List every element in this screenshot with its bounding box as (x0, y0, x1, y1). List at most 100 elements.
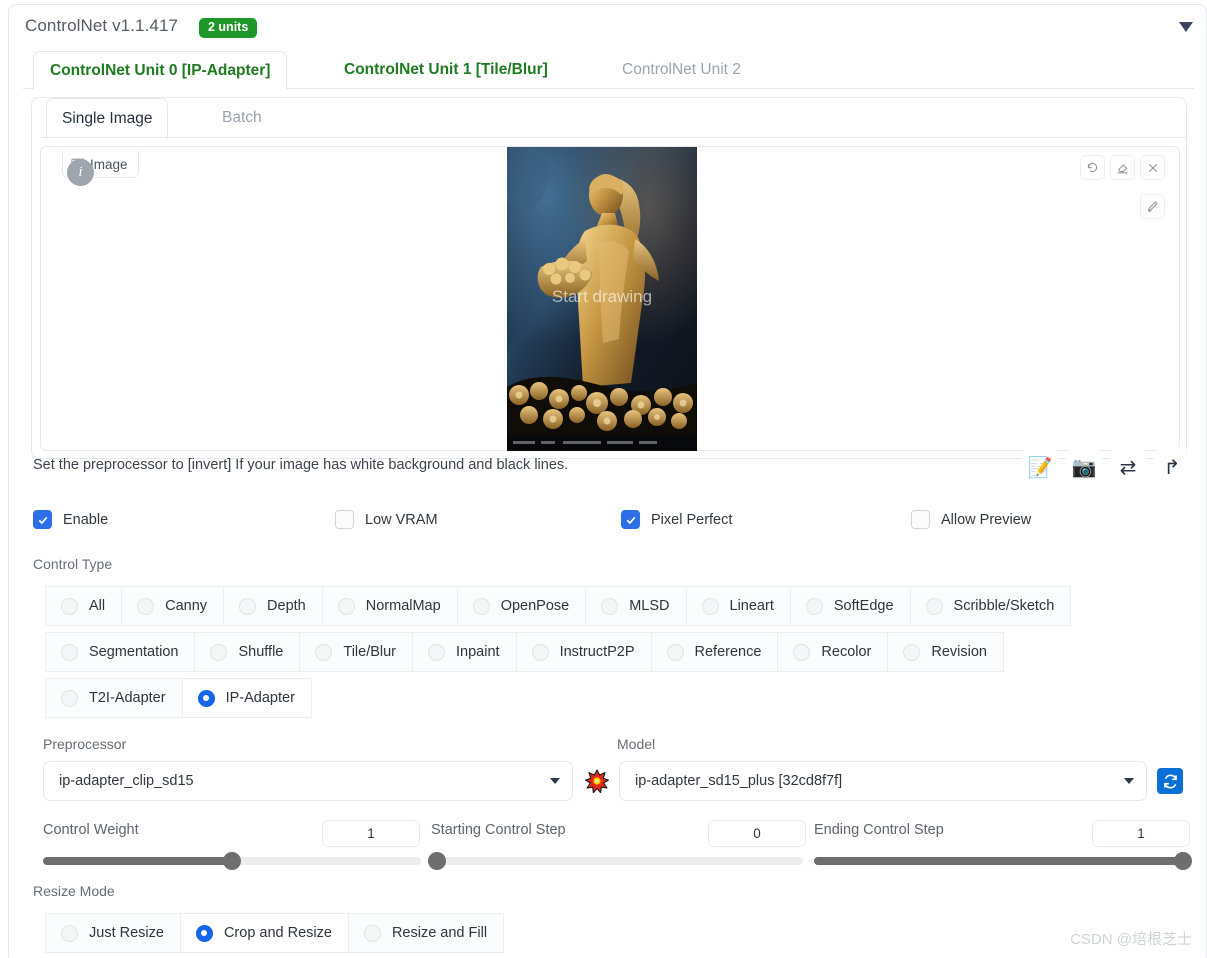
radio-label: Segmentation (89, 644, 179, 660)
explosion-icon[interactable] (583, 767, 611, 795)
control-type-depth[interactable]: Depth (223, 586, 323, 626)
radio-label: IP-Adapter (225, 690, 295, 706)
chevron-down-icon (550, 778, 560, 784)
eraser-icon[interactable] (1110, 155, 1135, 180)
control-type-canny[interactable]: Canny (121, 586, 225, 626)
send-dimensions-button[interactable]: ↱ (1154, 449, 1190, 485)
radio-icon (61, 643, 78, 661)
image-label-text: Image (90, 156, 128, 172)
preprocessor-value: ip-adapter_clip_sd15 (59, 773, 194, 789)
radio-icon (601, 597, 619, 615)
control-type-row-0: All Canny Depth NormalMap OpenPose MLSD Linear… (45, 586, 1072, 626)
open-new-canvas-button[interactable]: 📝 (1022, 449, 1058, 485)
tab-controlnet-unit-1[interactable]: ControlNet Unit 1 [Tile/Blur] (328, 51, 564, 89)
control-type-recolor[interactable]: Recolor (777, 632, 889, 672)
model-dropdown[interactable]: ip-adapter_sd15_plus [32cd8f7f] (619, 761, 1147, 801)
slider-knob[interactable] (428, 852, 446, 870)
refresh-icon[interactable] (1157, 768, 1183, 794)
control-type-revision[interactable]: Revision (887, 632, 1004, 672)
radio-icon (195, 924, 213, 942)
starting-control-step-label: Starting Control Step (431, 822, 566, 838)
checkbox-enable[interactable]: Enable (33, 510, 108, 529)
control-type-reference[interactable]: Reference (650, 632, 779, 672)
resize-mode-crop-and-resize[interactable]: Crop and Resize (179, 913, 349, 953)
units-badge: 2 units (199, 18, 258, 38)
radio-label: NormalMap (365, 598, 441, 614)
webcam-button[interactable]: 📷 (1066, 449, 1102, 485)
tab-controlnet-unit-2[interactable]: ControlNet Unit 2 (606, 51, 757, 89)
ending-control-step-slider[interactable] (814, 852, 1192, 870)
triangle-down-icon[interactable] (1176, 17, 1196, 37)
uploaded-image[interactable]: Start drawing (507, 147, 697, 451)
radio-label: Scribble/Sketch (953, 598, 1055, 614)
control-type-softedge[interactable]: SoftEdge (789, 586, 911, 626)
mirror-webcam-button[interactable]: ⇄ (1110, 449, 1146, 485)
checkbox-allow-preview[interactable]: Allow Preview (911, 510, 1031, 529)
checkbox-pixel-perfect-label: Pixel Perfect (651, 511, 733, 528)
control-weight-value[interactable]: 1 (322, 820, 420, 847)
checkbox-pixel-perfect[interactable]: Pixel Perfect (621, 510, 732, 529)
radio-icon (363, 924, 381, 942)
radio-icon (428, 643, 446, 661)
control-type-normalmap[interactable]: NormalMap (321, 586, 458, 626)
radio-label: T2I-Adapter (89, 690, 166, 706)
tab-controlnet-unit-0[interactable]: ControlNet Unit 0 [IP-Adapter] (33, 51, 288, 90)
checkbox-low-vram[interactable]: Low VRAM (335, 510, 438, 529)
radio-label: InstructP2P (559, 644, 635, 660)
radio-label: Recolor (821, 644, 872, 660)
image-drop-area[interactable]: Image i Start drawing (40, 146, 1180, 451)
control-type-inpaint[interactable]: Inpaint (412, 632, 517, 672)
slider-knob[interactable] (1174, 852, 1192, 870)
tab-batch[interactable]: Batch (207, 98, 277, 138)
undo-icon[interactable] (1080, 155, 1105, 180)
radio-label: Resize and Fill (391, 925, 488, 941)
resize-mode-row: Just Resize Crop and Resize Resize and Fil… (45, 913, 505, 953)
model-label: Model (617, 736, 656, 752)
control-type-segmentation[interactable]: Segmentation (45, 632, 196, 672)
checkbox-allow-preview-label: Allow Preview (941, 511, 1032, 528)
control-type-openpose[interactable]: OpenPose (456, 586, 587, 626)
control-weight-label: Control Weight (43, 822, 139, 838)
radio-label: All (89, 598, 106, 614)
check-icon (33, 510, 52, 529)
panel-header: ControlNet v1.1.417 2 units (9, 5, 1206, 51)
control-type-mlsd[interactable]: MLSD (585, 586, 687, 626)
preprocessor-hint: Set the preprocessor to [invert] If your… (33, 457, 569, 473)
control-type-t2i-adapter[interactable]: T2I-Adapter (45, 678, 183, 718)
resize-mode-resize-and-fill[interactable]: Resize and Fill (347, 913, 505, 953)
resize-mode-just-resize[interactable]: Just Resize (45, 913, 181, 953)
radio-icon (315, 643, 333, 661)
tab-single-image[interactable]: Single Image (46, 98, 169, 139)
radio-icon (925, 597, 943, 615)
control-type-all[interactable]: All (45, 586, 123, 626)
pen-icon[interactable] (1140, 194, 1165, 219)
close-icon[interactable] (1140, 155, 1165, 180)
ending-control-step-value[interactable]: 1 (1092, 820, 1190, 847)
control-type-lineart[interactable]: Lineart (685, 586, 791, 626)
check-icon (621, 510, 640, 529)
controlnet-panel: ControlNet v1.1.417 2 units ControlNet U… (8, 4, 1207, 958)
control-type-tile-blur[interactable]: Tile/Blur (299, 632, 414, 672)
starting-control-step-slider[interactable] (428, 852, 803, 870)
control-type-scribble-sketch[interactable]: Scribble/Sketch (909, 586, 1072, 626)
radio-icon (61, 597, 78, 615)
preprocessor-dropdown[interactable]: ip-adapter_clip_sd15 (43, 761, 573, 801)
info-icon[interactable]: i (67, 159, 94, 186)
slider-knob[interactable] (223, 852, 241, 870)
radio-label: Reference (694, 644, 762, 660)
control-type-instructp2p[interactable]: InstructP2P (515, 632, 652, 672)
radio-label: MLSD (629, 598, 670, 614)
radio-icon (239, 597, 257, 615)
radio-icon (701, 597, 719, 615)
image-edit-toolbar (1140, 194, 1165, 219)
radio-label: OpenPose (500, 598, 570, 614)
control-type-ip-adapter[interactable]: IP-Adapter (181, 678, 312, 718)
watermark: CSDN @培根芝士 (1070, 931, 1192, 948)
starting-control-step-value[interactable]: 0 (708, 820, 806, 847)
radio-icon (666, 643, 684, 661)
control-weight-slider[interactable] (43, 852, 421, 870)
control-type-shuffle[interactable]: Shuffle (194, 632, 301, 672)
control-type-row-1: Segmentation Shuffle Tile/Blur Inpaint Instr… (45, 632, 1004, 672)
radio-label: Revision (931, 644, 987, 660)
radio-icon (61, 689, 78, 707)
